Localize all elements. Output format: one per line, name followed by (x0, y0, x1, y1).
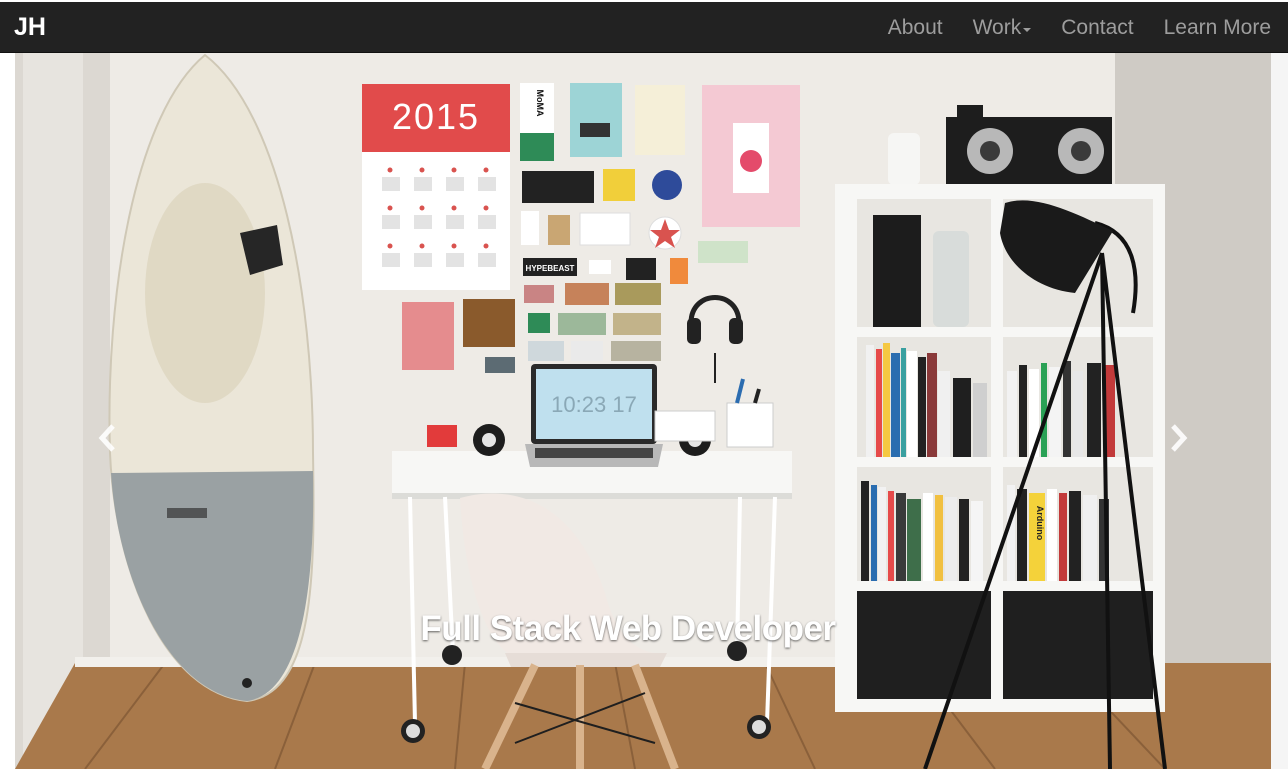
nav-link-about[interactable]: About (873, 2, 958, 53)
laptop-clock-text: 10:23 17 (551, 392, 637, 417)
brand-logo[interactable]: JH (14, 13, 46, 42)
hypebeast-sticker-text: HYPEBEAST (526, 264, 575, 273)
moma-poster-text: MoMA (535, 90, 545, 117)
nav-links: About Work Contact Learn More (873, 2, 1271, 53)
nav-link-learn-more[interactable]: Learn More (1149, 2, 1271, 53)
carousel-caption: Full Stack Web Developer (15, 609, 1271, 649)
page-gutter (1271, 53, 1288, 769)
nav-link-contact[interactable]: Contact (1046, 2, 1148, 53)
chevron-left-icon (98, 424, 115, 452)
nav-link-work-label: Work (972, 15, 1022, 39)
carousel-next-control[interactable] (1163, 423, 1193, 453)
nav-link-work-dropdown[interactable]: Work (958, 2, 1047, 53)
navbar: JH About Work Contact Learn More (0, 2, 1288, 53)
calendar-year-text: 2015 (392, 96, 480, 137)
carousel-prev-control[interactable] (93, 423, 123, 453)
caption-text: Full Stack Web Developer (420, 609, 836, 648)
workspace-photo: 2015 MoMA HYPEBEAST 10:23 17 Arduino (15, 53, 1271, 769)
hero-carousel: 2015 MoMA HYPEBEAST 10:23 17 Arduino Ful… (15, 53, 1271, 769)
book-spine-text: Arduino (1035, 506, 1045, 541)
caret-down-icon (1023, 27, 1032, 32)
chevron-right-icon (1171, 424, 1188, 452)
